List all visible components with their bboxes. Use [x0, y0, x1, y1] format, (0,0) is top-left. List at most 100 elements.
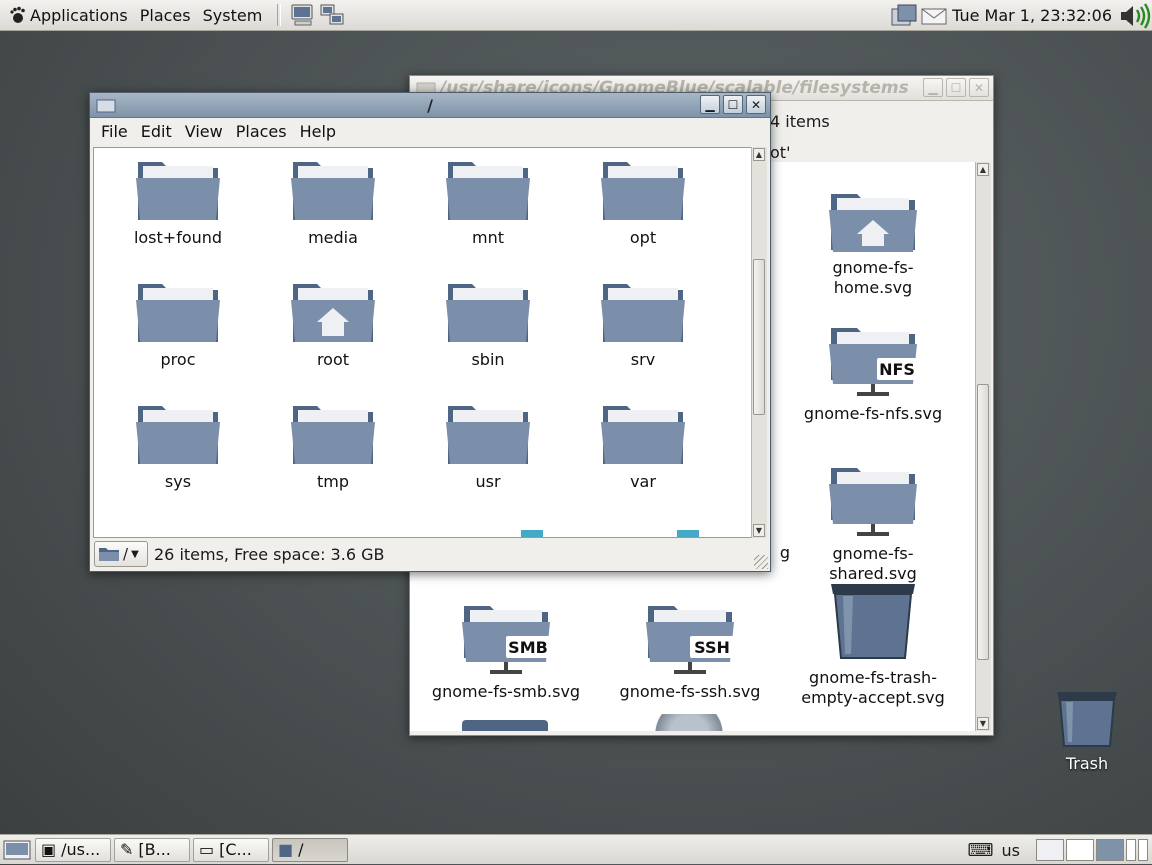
edit-menu[interactable]: Edit	[136, 122, 180, 141]
folder-item-sbin[interactable]: sbin	[413, 280, 563, 370]
image-icon: ▣	[41, 840, 57, 859]
task-c[interactable]: ▭ [C...	[193, 837, 269, 862]
folder-icon	[136, 406, 220, 464]
workspace-5[interactable]	[1138, 839, 1148, 861]
root-folder-window[interactable]: / ▁ ☐ ✕ File Edit View Places Help lost+…	[89, 92, 771, 572]
scroll-down-arrow[interactable]: ▼	[753, 524, 765, 537]
scroll-up-arrow[interactable]: ▲	[977, 163, 989, 176]
folder-item-root[interactable]: root	[258, 280, 408, 370]
file-item[interactable]: gnome-fs-trash- empty-accept.svg	[798, 578, 948, 708]
clock[interactable]: Tue Mar 1, 23:32:06	[952, 6, 1112, 25]
chevron-down-icon: ▼	[131, 548, 139, 560]
close-button[interactable]: ✕	[746, 95, 766, 114]
folder-icon	[446, 284, 530, 342]
folder-item-mnt[interactable]: mnt	[413, 158, 563, 248]
file-item[interactable]: SMB gnome-fs-smb.svg	[431, 602, 581, 702]
folder-item-media[interactable]: media	[258, 158, 408, 248]
computer-launcher-icon[interactable]	[289, 3, 315, 27]
folder-icon	[446, 162, 530, 220]
workspace-2[interactable]	[1066, 839, 1094, 861]
places-menu[interactable]: Places	[231, 122, 295, 141]
svg-text:NFS: NFS	[879, 360, 915, 379]
top-tray: Tue Mar 1, 23:32:06	[890, 0, 1152, 31]
folder-label: opt	[629, 228, 657, 247]
folder-item-srv[interactable]: srv	[568, 280, 718, 370]
folder-icon	[601, 284, 685, 342]
folder-icon: ■	[278, 840, 294, 859]
shared-folder-icon	[829, 468, 917, 536]
desktop-trash[interactable]: Trash	[1045, 688, 1129, 773]
folder-item-lost-found[interactable]: lost+found	[103, 158, 253, 248]
svg-text:SMB: SMB	[508, 638, 548, 657]
file-menu[interactable]: File	[96, 122, 136, 141]
workspace-1[interactable]	[1036, 839, 1064, 861]
gnome-foot-icon[interactable]	[8, 6, 26, 24]
location-combo[interactable]: / ▼	[94, 541, 148, 567]
task-filesystems[interactable]: ▣ /us...	[35, 837, 111, 862]
workspace-4[interactable]	[1126, 839, 1136, 861]
file-item[interactable]: NFS gnome-fs-nfs.svg	[798, 324, 948, 424]
file-item[interactable]: gnome-fs-shared.svg	[798, 464, 948, 584]
maximize-button[interactable]: ☐	[723, 95, 743, 114]
trash-label-line1: gnome-fs-trash-	[809, 668, 937, 687]
keyboard-icon[interactable]: ⌨	[968, 840, 994, 861]
smb-folder-icon: SMB	[462, 606, 550, 674]
system-menu[interactable]: System	[198, 6, 270, 25]
scroll-thumb[interactable]	[977, 384, 989, 660]
root-titlebar[interactable]: / ▁ ☐ ✕	[90, 93, 770, 118]
scroll-down-arrow[interactable]: ▼	[977, 717, 989, 730]
places-menu[interactable]: Places	[135, 6, 198, 25]
root-icon-view[interactable]: lost+found media mnt opt proc root sbin srv sys t…	[93, 147, 753, 538]
status-text: 26 items, Free space: 3.6 GB	[154, 544, 385, 564]
file-item[interactable]: gnome-fs-home.svg	[798, 184, 948, 298]
trash-icon	[1057, 692, 1117, 747]
folder-label: sys	[164, 472, 192, 491]
back-info-label: 4 items	[770, 112, 830, 131]
partial-folder-icon	[462, 720, 548, 731]
folder-item-proc[interactable]: proc	[103, 280, 253, 370]
close-button[interactable]: ✕	[969, 78, 989, 97]
home-folder-icon	[829, 194, 917, 252]
scroll-up-arrow[interactable]: ▲	[753, 148, 765, 161]
folder-label: lost+found	[133, 228, 223, 247]
keyboard-layout[interactable]: us	[1002, 841, 1020, 860]
network-launcher-icon[interactable]	[319, 3, 345, 27]
ssh-folder-icon: SSH	[646, 606, 734, 674]
root-scrollbar[interactable]: ▲ ▼	[751, 147, 767, 538]
folder-label: srv	[630, 350, 656, 369]
top-panel: Applications Places System Tue Mar 1, 23…	[0, 0, 1152, 31]
mail-icon[interactable]	[920, 6, 948, 26]
applications-menu[interactable]: Applications	[26, 6, 135, 25]
scroll-thumb[interactable]	[753, 259, 765, 415]
folder-item-var[interactable]: var	[568, 402, 718, 492]
show-desktop-icon[interactable]	[2, 839, 32, 861]
nfs-folder-icon: NFS	[829, 328, 917, 396]
folder-icon	[446, 406, 530, 464]
task-b[interactable]: ✎ [B...	[114, 837, 190, 862]
minimize-button[interactable]: ▁	[923, 78, 943, 97]
folder-icon	[136, 284, 220, 342]
folder-label: proc	[160, 350, 196, 369]
minimize-button[interactable]: ▁	[700, 95, 720, 114]
task-root[interactable]: ■ /	[272, 837, 348, 862]
help-menu[interactable]: Help	[295, 122, 344, 141]
resize-grip[interactable]	[754, 555, 768, 569]
volume-icon[interactable]	[1118, 2, 1152, 30]
maximize-button[interactable]: ☐	[946, 78, 966, 97]
back-path-label: ot'	[770, 143, 791, 162]
view-menu[interactable]: View	[180, 122, 231, 141]
svg-text:SSH: SSH	[694, 638, 730, 657]
bottom-panel: ▣ /us... ✎ [B... ▭ [C... ■ / ⌨ us	[0, 834, 1152, 864]
file-item[interactable]: SSH gnome-fs-ssh.svg	[615, 602, 765, 702]
folder-item-opt[interactable]: opt	[568, 158, 718, 248]
workspace-switcher-icon[interactable]	[890, 3, 920, 29]
back-scrollbar[interactable]: ▲ ▼	[975, 162, 991, 731]
workspace-3[interactable]	[1096, 839, 1124, 861]
folder-item-usr[interactable]: usr	[413, 402, 563, 492]
folder-item-sys[interactable]: sys	[103, 402, 253, 492]
folder-label: media	[308, 228, 358, 247]
terminal-icon: ▭	[199, 840, 215, 859]
folder-icon	[601, 162, 685, 220]
folder-icon	[291, 162, 375, 220]
folder-item-tmp[interactable]: tmp	[258, 402, 408, 492]
